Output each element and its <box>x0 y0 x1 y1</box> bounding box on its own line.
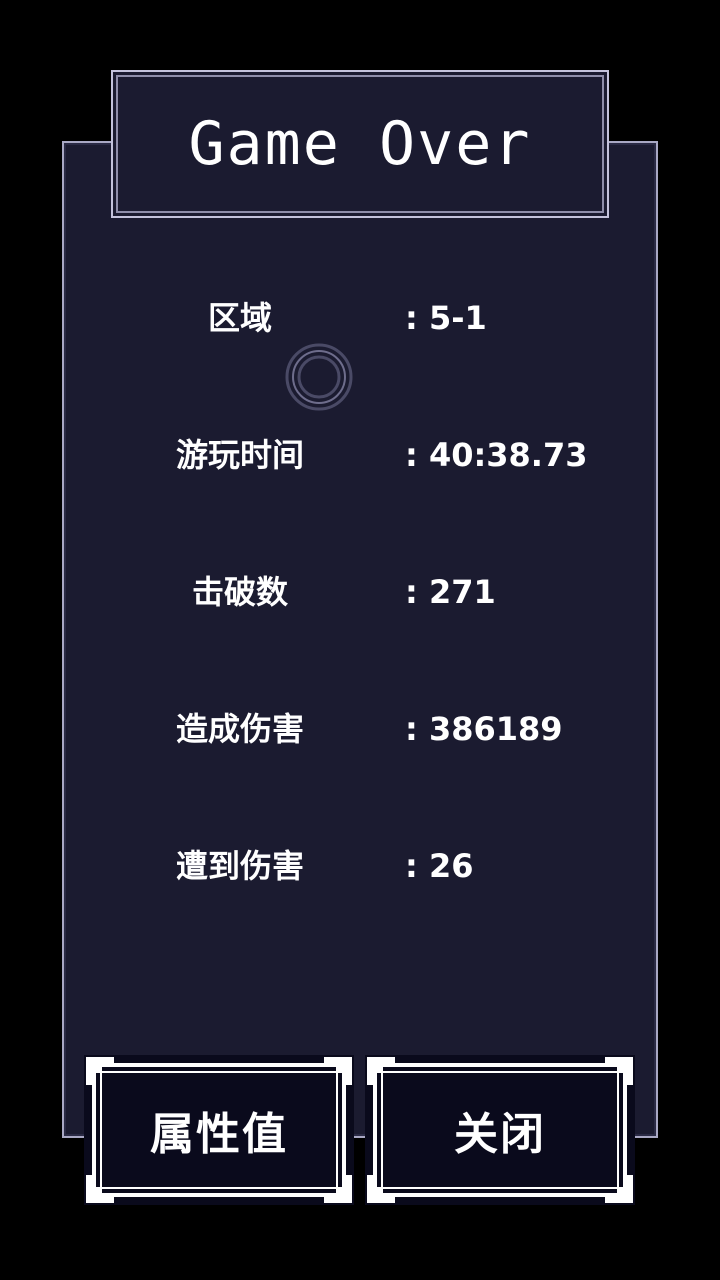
stat-value-area: : 5-1 <box>405 299 487 337</box>
stat-label-damage-dealt: 造成伤害 <box>175 710 304 748</box>
title-banner: Game Over <box>111 70 609 218</box>
close-button-label: 关闭 <box>454 1109 546 1160</box>
stat-label-playtime: 游玩时间 <box>175 436 304 474</box>
attributes-button-label: 属性值 <box>150 1109 288 1160</box>
stat-label-damage-taken: 遭到伤害 <box>175 847 304 885</box>
stat-value-kills: : 271 <box>405 573 496 611</box>
loading-spinner-icon <box>285 343 353 411</box>
game-over-panel <box>62 141 658 1138</box>
stat-label-kills: 击破数 <box>191 573 288 611</box>
stat-value-playtime: : 40:38.73 <box>405 436 588 474</box>
page-title: Game Over <box>188 109 532 179</box>
attributes-button[interactable]: 属性值 <box>84 1055 354 1205</box>
stat-value-damage-taken: : 26 <box>405 847 474 885</box>
stat-value-damage-dealt: : 386189 <box>405 710 563 748</box>
stat-label-area: 区域 <box>207 299 272 337</box>
close-button[interactable]: 关闭 <box>365 1055 635 1205</box>
